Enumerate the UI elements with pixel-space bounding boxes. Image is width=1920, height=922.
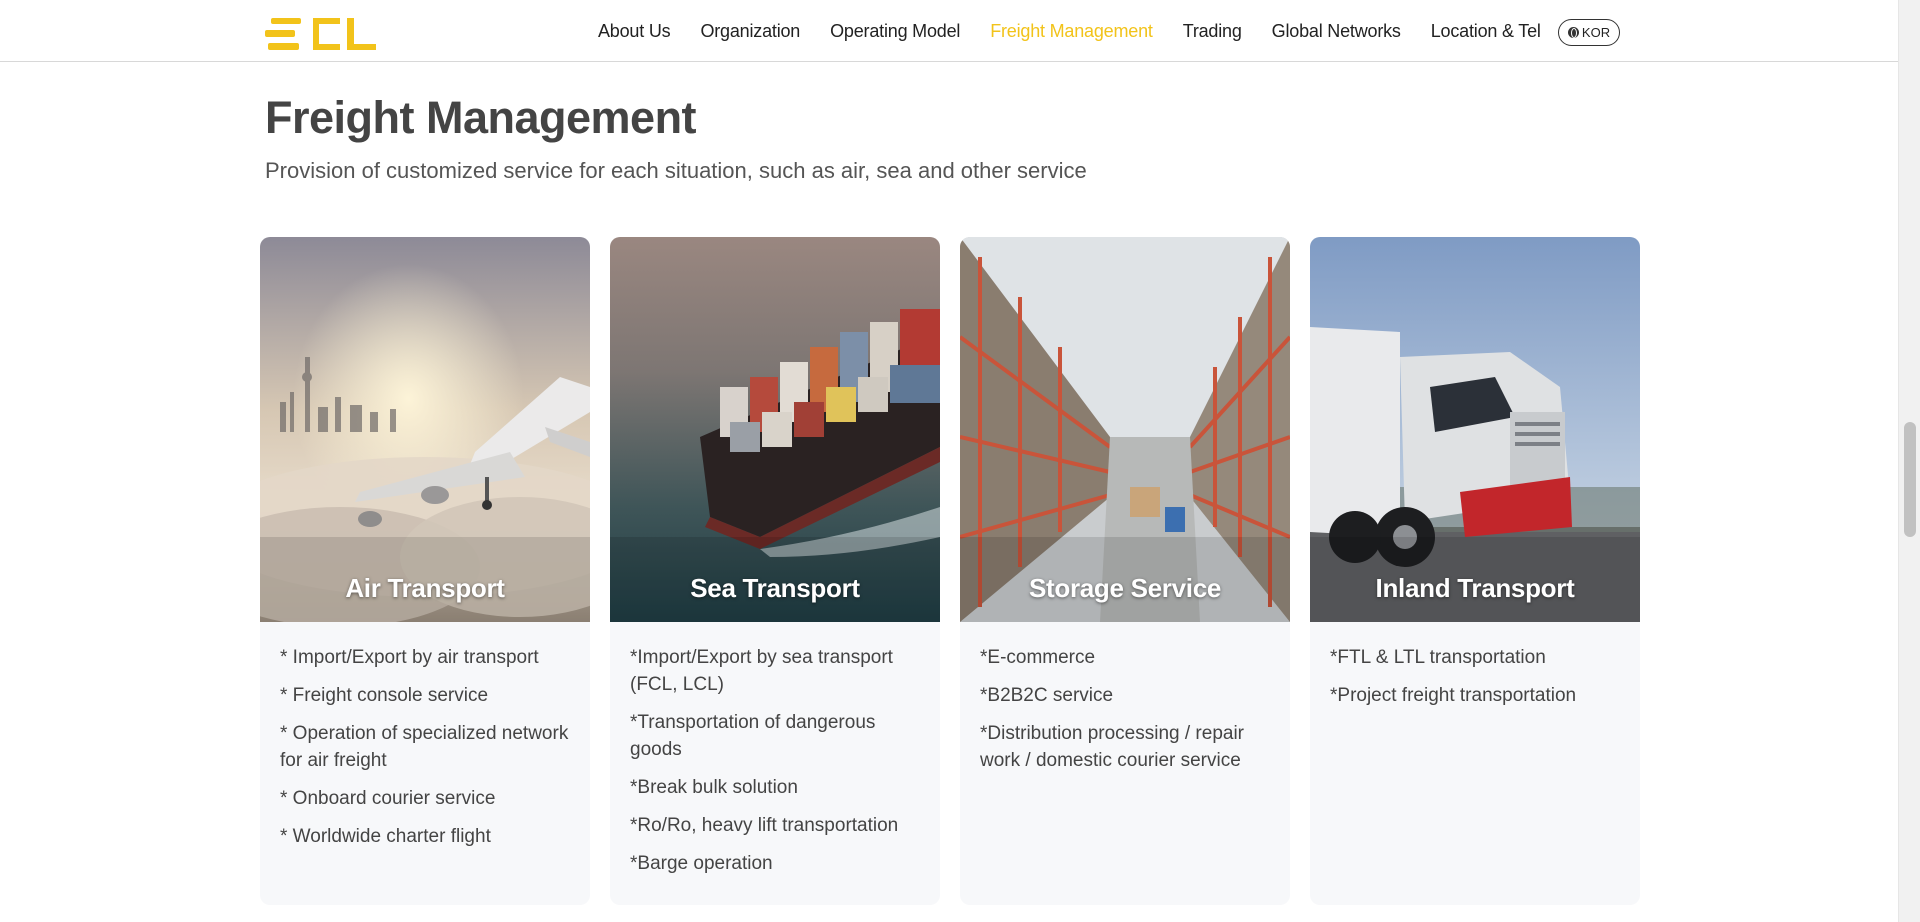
truck-photo: Inland Transport xyxy=(1310,237,1640,622)
list-item: *FTL & LTL transportation xyxy=(1330,647,1546,668)
card-body: *FTL & LTL transportation *Project freig… xyxy=(1310,622,1640,709)
nav-freight-management[interactable]: Freight Management xyxy=(990,21,1153,42)
list-item: * Worldwide charter flight xyxy=(280,826,491,847)
list-item: *B2B2C service xyxy=(980,685,1114,706)
card-body: *Import/Export by sea transport (FCL, LC… xyxy=(610,622,940,877)
language-label: KOR xyxy=(1581,25,1611,40)
list-item: *Ro/Ro, heavy lift transportation xyxy=(630,815,899,836)
list-item: *Transportation of dangerous goods xyxy=(630,712,876,760)
list-item: *Barge operation xyxy=(630,853,773,874)
airplane-photo: Air Transport xyxy=(260,237,590,622)
card-body: *E-commerce *B2B2C service *Distribution… xyxy=(960,622,1290,774)
nav-about-us[interactable]: About Us xyxy=(598,21,671,42)
nav-location-tel[interactable]: Location & Tel xyxy=(1431,21,1541,42)
page-scrollbar[interactable] xyxy=(1898,0,1920,922)
card-body: * Import/Export by air transport * Freig… xyxy=(260,622,590,850)
nav-trading[interactable]: Trading xyxy=(1183,21,1242,42)
list-item: *Distribution processing / repair work /… xyxy=(980,723,1245,771)
service-cards: Air Transport * Import/Export by air tra… xyxy=(260,237,1660,905)
card-title: Air Transport xyxy=(345,573,505,603)
card-air-transport[interactable]: Air Transport * Import/Export by air tra… xyxy=(260,237,590,905)
site-header: About Us Organization Operating Model Fr… xyxy=(0,0,1898,62)
card-sea-transport[interactable]: Sea Transport *Import/Export by sea tran… xyxy=(610,237,940,905)
card-inland-transport[interactable]: Inland Transport *FTL & LTL transportati… xyxy=(1310,237,1640,905)
warehouse-photo: Storage Service xyxy=(960,237,1290,622)
nav-organization[interactable]: Organization xyxy=(700,21,800,42)
card-title: Inland Transport xyxy=(1375,573,1575,603)
nav-operating-model[interactable]: Operating Model xyxy=(830,21,960,42)
list-item: * Freight console service xyxy=(280,685,489,706)
container-ship-photo: Sea Transport xyxy=(610,237,940,622)
card-title: Storage Service xyxy=(1028,573,1222,603)
list-item: *Import/Export by sea transport (FCL, LC… xyxy=(630,647,893,695)
list-item: *E-commerce xyxy=(980,647,1096,668)
list-item: *Project freight transportation xyxy=(1330,685,1577,706)
page-title: Freight Management xyxy=(265,92,697,143)
card-title: Sea Transport xyxy=(690,573,860,603)
scrollbar-thumb[interactable] xyxy=(1904,422,1916,537)
page-subtitle: Provision of customized service for each… xyxy=(265,158,1087,183)
list-item: * Onboard courier service xyxy=(280,788,496,809)
ecl-logo[interactable] xyxy=(265,18,376,50)
main-nav: About Us Organization Operating Model Fr… xyxy=(598,0,1571,62)
language-toggle-button[interactable]: KOR xyxy=(1558,19,1620,46)
list-item: * Import/Export by air transport xyxy=(280,647,539,668)
list-item: *Break bulk solution xyxy=(630,777,798,798)
globe-icon xyxy=(1567,27,1579,38)
card-storage-service[interactable]: Storage Service *E-commerce *B2B2C servi… xyxy=(960,237,1290,905)
nav-global-networks[interactable]: Global Networks xyxy=(1272,21,1401,42)
list-item: * Operation of specialized network for a… xyxy=(280,723,569,771)
